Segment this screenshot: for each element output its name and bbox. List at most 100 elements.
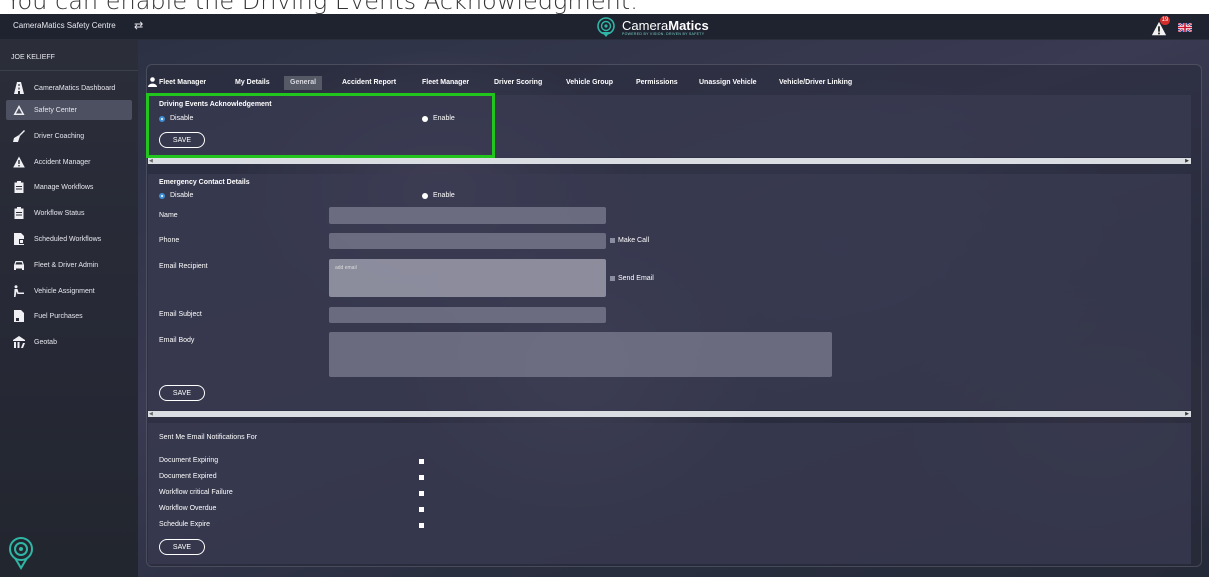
brand-tagline: POWERED BY VISION. DRIVEN BY SAFETY — [622, 32, 705, 36]
uk-flag-icon[interactable] — [1178, 23, 1192, 32]
swap-icon[interactable]: ⇄ — [134, 19, 143, 32]
notif-checkbox-workflow-overdue[interactable] — [419, 507, 424, 512]
sidebar-item-accident-manager[interactable]: Accident Manager — [6, 152, 132, 172]
tab-driver-scoring[interactable]: Driver Scoring — [494, 76, 542, 90]
sidebar-item-label: Accident Manager — [34, 158, 91, 166]
sidebar-item-cameramatics-dashboard[interactable]: CameraMatics Dashboard — [6, 78, 132, 98]
email-body-label: Email Body — [159, 337, 195, 344]
camera-pin-icon — [597, 17, 615, 37]
email-recipient-placeholder: add email — [335, 265, 357, 271]
warning-outline-icon — [12, 103, 26, 117]
sidebar-item-label: Geotab — [34, 338, 57, 346]
instruction-caption: You can enable the Driving Events Acknow… — [0, 0, 1209, 14]
notif-label-document-expired: Document Expired — [159, 473, 217, 480]
email-subject-input[interactable] — [329, 307, 606, 323]
sidebar-item-fuel-purchases[interactable]: Fuel Purchases — [6, 306, 132, 326]
car-icon — [12, 258, 26, 272]
checkbox-icon — [610, 276, 615, 281]
phone-input[interactable] — [329, 233, 606, 249]
sidebar-item-label: Safety Center — [34, 106, 77, 114]
radio-label: Disable — [170, 192, 194, 199]
send-email-checkbox[interactable]: Send Email — [610, 275, 654, 282]
person-car-icon — [12, 284, 26, 298]
tab-general[interactable]: General — [284, 76, 323, 90]
section-title: Sent Me Email Notifications For — [159, 434, 258, 441]
horizontal-scrollbar[interactable]: ◀ ▶ — [148, 158, 1191, 164]
scroll-right-icon[interactable]: ▶ — [1185, 411, 1189, 417]
tab-permissions[interactable]: Permissions — [636, 76, 678, 90]
scroll-left-icon[interactable]: ◀ — [149, 158, 153, 164]
tab-unassign-vehicle[interactable]: Unassign Vehicle — [699, 76, 757, 90]
sidebar-item-geotab[interactable]: Geotab — [6, 332, 132, 352]
email-body-textarea[interactable] — [329, 332, 832, 377]
email-subject-label: Email Subject — [159, 311, 202, 318]
sidebar-item-vehicle-assignment[interactable]: Vehicle Assignment — [6, 281, 132, 301]
user-name: JOE KELIEFF — [11, 54, 55, 61]
camera-pin-icon — [9, 537, 33, 570]
horizontal-scrollbar[interactable]: ◀ ▶ — [148, 411, 1191, 417]
email-recipient-input[interactable]: add email — [329, 259, 606, 297]
scroll-left-icon[interactable]: ◀ — [149, 411, 153, 417]
tab-my-details[interactable]: My Details — [235, 76, 270, 90]
emergency-contact-section: Emergency Contact Details Disable Enable… — [148, 174, 1191, 410]
notif-label-document-expiring: Document Expiring — [159, 457, 219, 464]
radio-label: Enable — [433, 192, 455, 199]
scroll-right-icon[interactable]: ▶ — [1185, 158, 1189, 164]
sidebar-item-label: Fleet & Driver Admin — [34, 261, 99, 269]
tab-vehicle-group[interactable]: Vehicle Group — [566, 76, 613, 90]
notif-checkbox-document-expired[interactable] — [419, 475, 424, 480]
ecd-save-button[interactable]: SAVE — [159, 385, 205, 401]
notif-checkbox-document-expiring[interactable] — [419, 459, 424, 464]
ecd-disable-radio[interactable]: Disable — [159, 192, 193, 199]
make-call-checkbox[interactable]: Make Call — [610, 237, 649, 244]
sidebar-item-label: Workflow Status — [34, 209, 85, 217]
notif-save-button[interactable]: SAVE — [159, 539, 205, 555]
checkbox-icon — [610, 238, 615, 243]
warning-icon — [12, 155, 26, 169]
receipt-icon — [12, 309, 26, 323]
sidebar-item-fleet-driver-admin[interactable]: Fleet & Driver Admin — [6, 255, 132, 275]
clipboard-icon — [12, 180, 26, 194]
sidebar-divider — [0, 70, 138, 71]
notif-label-workflow-critical-failure: Workflow critical Failure — [159, 489, 233, 496]
notif-checkbox-schedule-expire[interactable] — [419, 523, 424, 528]
tab-accident-report[interactable]: Accident Report — [342, 76, 396, 90]
checkbox-label: Send Email — [618, 275, 654, 282]
chart-icon — [12, 335, 26, 349]
road-icon — [12, 81, 26, 95]
sidebar-item-manage-workflows[interactable]: Manage Workflows — [6, 177, 132, 197]
sidebar-item-label: Fuel Purchases — [34, 312, 83, 320]
notif-checkbox-workflow-critical-failure[interactable] — [419, 491, 424, 496]
sidebar-item-label: CameraMatics Dashboard — [34, 84, 116, 92]
name-input[interactable] — [329, 207, 606, 224]
sidebar-item-label: Manage Workflows — [34, 183, 94, 191]
notif-label-schedule-expire: Schedule Expire — [159, 521, 210, 528]
sidebar-item-workflow-status[interactable]: Workflow Status — [6, 203, 132, 223]
tab-fleet-manager[interactable]: Fleet Manager — [422, 76, 469, 90]
brand-name: CameraMatics — [622, 18, 709, 33]
person-icon — [148, 77, 157, 87]
ecd-enable-radio[interactable]: Enable — [422, 192, 455, 199]
sidebar-item-scheduled-workflows[interactable]: Scheduled Workflows — [6, 229, 132, 249]
sidebar: JOE KELIEFF CameraMatics Dashboard Safet… — [0, 40, 138, 577]
checkbox-label: Make Call — [618, 237, 650, 244]
tab-title-fleet-manager: Fleet Manager — [159, 79, 207, 86]
tab-vehicle-driver-linking[interactable]: Vehicle/Driver Linking — [779, 76, 852, 90]
phone-label: Phone — [159, 237, 180, 244]
alert-count-badge: 19 — [1160, 16, 1170, 25]
radio-selected-icon — [159, 192, 165, 199]
broom-icon — [12, 129, 26, 143]
sidebar-item-label: Scheduled Workflows — [34, 235, 102, 243]
sidebar-item-safety-center[interactable]: Safety Center — [6, 100, 132, 120]
radio-unselected-icon — [422, 192, 428, 199]
sidebar-item-label: Driver Coaching — [34, 132, 85, 140]
section-title: Emergency Contact Details — [159, 179, 250, 186]
highlight-box — [146, 93, 495, 158]
alert-button[interactable]: 19 — [1151, 16, 1170, 36]
notif-label-workflow-overdue: Workflow Overdue — [159, 505, 217, 512]
top-bar: CameraMatics Safety Centre ⇄ CameraMatic… — [0, 14, 1209, 40]
clipboard-icon — [12, 206, 26, 220]
sidebar-item-label: Vehicle Assignment — [34, 287, 95, 295]
file-icon — [12, 232, 26, 246]
sidebar-item-driver-coaching[interactable]: Driver Coaching — [6, 126, 132, 146]
